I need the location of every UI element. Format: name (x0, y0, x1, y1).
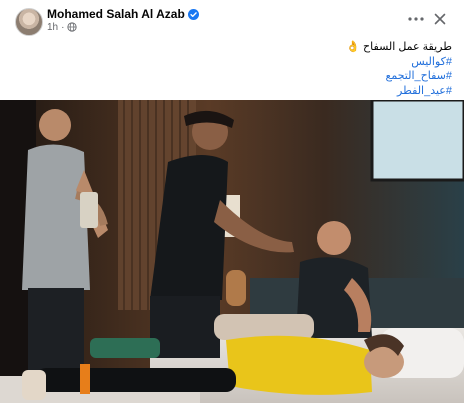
post-timestamp[interactable]: 1h (47, 22, 58, 33)
close-icon (434, 13, 446, 25)
globe-icon (67, 22, 78, 32)
hashtag-link[interactable]: #كواليس (411, 56, 452, 68)
hashtag-link[interactable]: #عيد_الفطر (397, 85, 452, 97)
more-options-icon (408, 17, 424, 21)
more-options-button[interactable] (405, 8, 427, 30)
caption-emoji: 👌 (346, 41, 360, 53)
meta-separator: · (61, 21, 65, 33)
author-name[interactable]: Mohamed Salah Al Azab (47, 7, 185, 21)
verified-badge-icon (187, 8, 199, 20)
behind-the-scenes-photo (0, 100, 464, 403)
post-meta: 1h · (47, 21, 78, 33)
post-photo[interactable] (0, 100, 464, 403)
author-avatar[interactable] (15, 8, 43, 36)
hashtag-link[interactable]: #سفاح_التجمع (385, 70, 452, 82)
post-header: Mohamed Salah Al Azab 1h · (0, 0, 464, 40)
author-row: Mohamed Salah Al Azab (47, 7, 199, 21)
close-button[interactable] (429, 8, 451, 30)
post-caption: طريقة عمل السفاح 👌 #كواليس #سفاح_التجمع … (152, 40, 452, 98)
bg-vase (226, 270, 246, 306)
bg-window (372, 100, 464, 180)
caption-text: طريقة عمل السفاح (363, 41, 452, 53)
person-center-shoe (90, 338, 160, 358)
caption-line: طريقة عمل السفاح 👌 (152, 40, 452, 55)
facebook-post-card: Mohamed Salah Al Azab 1h · طريقة عمل الس… (0, 0, 464, 403)
